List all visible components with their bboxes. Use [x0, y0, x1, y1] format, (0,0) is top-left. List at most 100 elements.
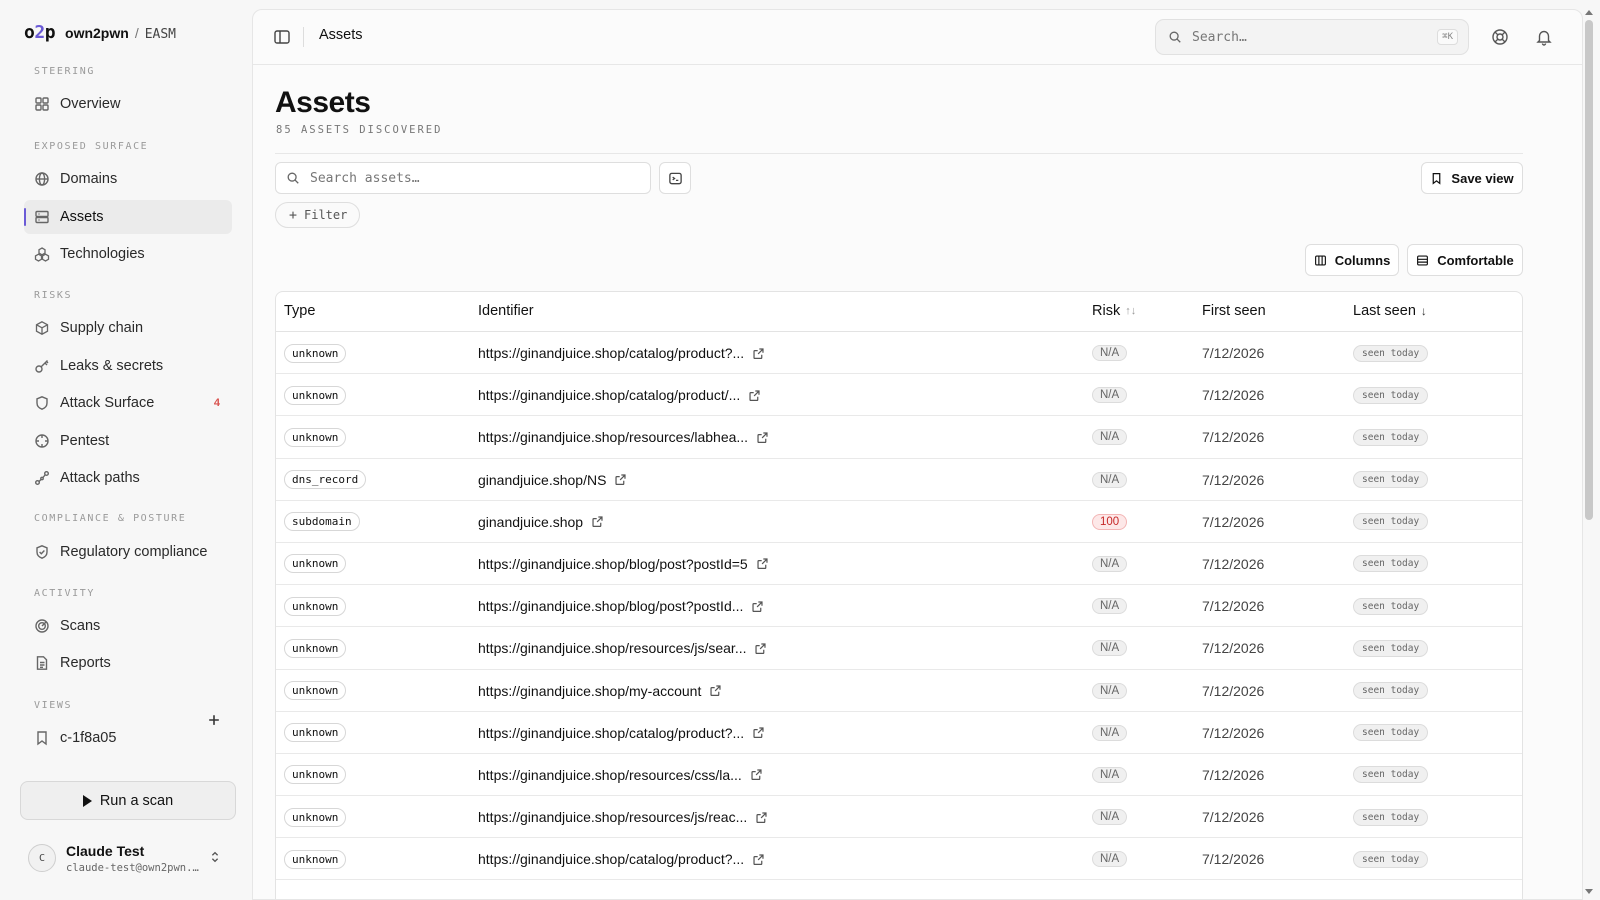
identifier-text[interactable]: https://ginandjuice.shop/resources/js/re… — [478, 809, 747, 825]
column-header-first-seen[interactable]: First seen — [1202, 303, 1266, 319]
last-seen-cell: seen today — [1353, 796, 1429, 838]
sidebar-item-attack-paths[interactable]: Attack paths — [24, 461, 232, 495]
risk-badge: N/A — [1092, 555, 1128, 572]
external-link-icon[interactable] — [750, 768, 763, 781]
type-badge: unknown — [284, 807, 347, 827]
sidebar-item-overview[interactable]: Overview — [24, 87, 232, 121]
identifier-text[interactable]: https://ginandjuice.shop/catalog/product… — [478, 387, 740, 403]
table-row[interactable]: subdomain ginandjuice.shop 100 7/12/2026 see… — [276, 501, 1522, 543]
table-row[interactable]: unknown https://ginandjuice.shop/catalog/… — [276, 374, 1522, 417]
asset-search-input[interactable]: Search assets… — [275, 162, 651, 194]
sidebar-item-technologies[interactable]: Technologies — [24, 237, 232, 271]
identifier-cell[interactable]: https://ginandjuice.shop/catalog/product… — [478, 332, 765, 374]
identifier-cell[interactable]: ginandjuice.shop — [478, 501, 604, 543]
table-row[interactable]: dns_record ginandjuice.shop/NS N/A 7/12/202… — [276, 459, 1522, 501]
identifier-text[interactable]: https://ginandjuice.shop/resources/labhe… — [478, 429, 748, 445]
save-view-button[interactable]: Save view — [1421, 162, 1523, 194]
scroll-down-icon[interactable] — [1585, 889, 1593, 894]
sidebar-item-attack-surface[interactable]: Attack Surface 4 — [24, 386, 232, 420]
table-row[interactable]: unknown https://ginandjuice.shop/catalog/… — [276, 712, 1522, 754]
table-row[interactable]: unknown https://ginandjuice.shop/resource… — [276, 796, 1522, 839]
sidebar-toggle-icon[interactable] — [273, 28, 291, 46]
identifier-cell[interactable]: https://ginandjuice.shop/resources/js/re… — [478, 796, 768, 838]
identifier-text[interactable]: https://ginandjuice.shop/catalog/product… — [478, 725, 744, 741]
identifier-text[interactable]: https://ginandjuice.shop/resources/css/l… — [478, 767, 742, 783]
brand[interactable]: o2p own2pwn / EASM — [24, 22, 176, 43]
identifier-cell[interactable]: https://ginandjuice.shop/resources/css/l… — [478, 754, 763, 796]
global-search-input[interactable]: Search… ⌘K — [1155, 19, 1469, 55]
type-cell: dns_record — [284, 459, 367, 501]
last-seen-badge: seen today — [1353, 808, 1429, 826]
section-label-risks: RISKS — [34, 290, 73, 301]
column-header-type[interactable]: Type — [284, 303, 315, 319]
sidebar-item-domains[interactable]: Domains — [24, 162, 232, 196]
identifier-text[interactable]: https://ginandjuice.shop/catalog/product… — [478, 345, 744, 361]
sidebar-item-scans[interactable]: Scans — [24, 609, 232, 643]
external-link-icon[interactable] — [756, 557, 769, 570]
identifier-text[interactable]: https://ginandjuice.shop/my-account — [478, 683, 701, 699]
help-icon[interactable] — [1490, 27, 1510, 47]
density-button[interactable]: Comfortable — [1407, 244, 1523, 276]
sidebar-item-regulatory-compliance[interactable]: Regulatory compliance — [24, 535, 232, 569]
identifier-cell[interactable]: https://ginandjuice.shop/catalog/product… — [478, 838, 765, 880]
identifier-text[interactable]: https://ginandjuice.shop/blog/post?postI… — [478, 598, 743, 614]
columns-button[interactable]: Columns — [1305, 244, 1399, 276]
external-link-icon[interactable] — [752, 726, 765, 739]
identifier-cell[interactable]: https://ginandjuice.shop/resources/labhe… — [478, 416, 769, 458]
user-menu[interactable]: C Claude Test claude-test@own2pwn.exampl… — [28, 838, 234, 878]
external-link-icon[interactable] — [755, 811, 768, 824]
table-row[interactable]: unknown https://ginandjuice.shop/catalog/… — [276, 838, 1522, 881]
identifier-cell[interactable]: https://ginandjuice.shop/blog/post?postI… — [478, 585, 764, 627]
identifier-cell[interactable]: https://ginandjuice.shop/catalog/product… — [478, 712, 765, 754]
plus-icon — [289, 211, 297, 219]
external-link-icon[interactable] — [752, 347, 765, 360]
external-link-icon[interactable] — [752, 853, 765, 866]
table-row[interactable]: unknown https://ginandjuice.shop/blog/pos… — [276, 585, 1522, 628]
sidebar-item-pentest[interactable]: Pentest — [24, 424, 232, 458]
table-row[interactable]: unknown https://ginandjuice.shop/resource… — [276, 754, 1522, 797]
add-filter-button[interactable]: Filter — [275, 202, 361, 228]
identifier-cell[interactable]: https://ginandjuice.shop/resources/js/se… — [478, 627, 767, 669]
first-seen-date: 7/12/2026 — [1202, 598, 1265, 615]
run-scan-button[interactable]: Run a scan — [20, 781, 236, 820]
identifier-text[interactable]: https://ginandjuice.shop/catalog/product… — [478, 851, 744, 867]
table-row[interactable]: unknown https://ginandjuice.shop/resource… — [276, 627, 1522, 670]
identifier-text[interactable]: https://ginandjuice.shop/resources/js/se… — [478, 640, 746, 656]
rows-icon — [1417, 254, 1429, 266]
external-link-icon[interactable] — [751, 600, 764, 613]
sidebar-item-assets[interactable]: Assets — [24, 200, 232, 234]
table-row[interactable]: unknown https://ginandjuice.shop/resource… — [276, 416, 1522, 459]
identifier-text[interactable]: ginandjuice.shop — [478, 514, 583, 530]
external-link-icon[interactable] — [748, 389, 761, 402]
query-mode-button[interactable] — [659, 162, 691, 194]
external-link-icon[interactable] — [614, 473, 627, 486]
identifier-cell[interactable]: https://ginandjuice.shop/catalog/product… — [478, 374, 761, 416]
last-seen-cell: seen today — [1353, 712, 1429, 754]
identifier-text[interactable]: https://ginandjuice.shop/blog/post?postI… — [478, 556, 748, 572]
scrollbar-thumb[interactable] — [1585, 20, 1593, 520]
table-row[interactable]: unknown https://ginandjuice.shop/blog/pos… — [276, 543, 1522, 586]
sidebar-item-label: c-1f8a05 — [60, 730, 117, 746]
identifier-cell[interactable]: ginandjuice.shop/NS — [478, 459, 627, 501]
sidebar-item-reports[interactable]: Reports — [24, 646, 232, 680]
column-header-identifier[interactable]: Identifier — [478, 303, 534, 319]
assets-count: 85 ASSETS DISCOVERED — [276, 124, 443, 136]
external-link-icon[interactable] — [756, 431, 769, 444]
page-scrollbar[interactable] — [1584, 10, 1594, 894]
sidebar-item-supply-chain[interactable]: Supply chain — [24, 311, 232, 345]
sidebar-item-saved-view[interactable]: c-1f8a05 — [24, 721, 232, 755]
bell-icon[interactable] — [1534, 27, 1554, 47]
column-header-last-seen[interactable]: Last seen ↓ — [1353, 303, 1427, 319]
table-row[interactable]: unknown https://ginandjuice.shop/catalog/… — [276, 332, 1522, 375]
first-seen-cell: 7/12/2026 — [1202, 501, 1264, 543]
identifier-cell[interactable]: https://ginandjuice.shop/blog/post?postI… — [478, 543, 769, 585]
table-row[interactable]: unknown https://ginandjuice.shop/my-accou… — [276, 670, 1522, 712]
identifier-text[interactable]: ginandjuice.shop/NS — [478, 472, 606, 488]
column-header-risk[interactable]: Risk ↑↓ — [1092, 303, 1136, 319]
identifier-cell[interactable]: https://ginandjuice.shop/my-account — [478, 670, 722, 712]
sidebar-item-leaks-secrets[interactable]: Leaks & secrets — [24, 349, 232, 383]
scroll-up-icon[interactable] — [1585, 10, 1593, 15]
external-link-icon[interactable] — [709, 684, 722, 697]
external-link-icon[interactable] — [754, 642, 767, 655]
external-link-icon[interactable] — [591, 515, 604, 528]
